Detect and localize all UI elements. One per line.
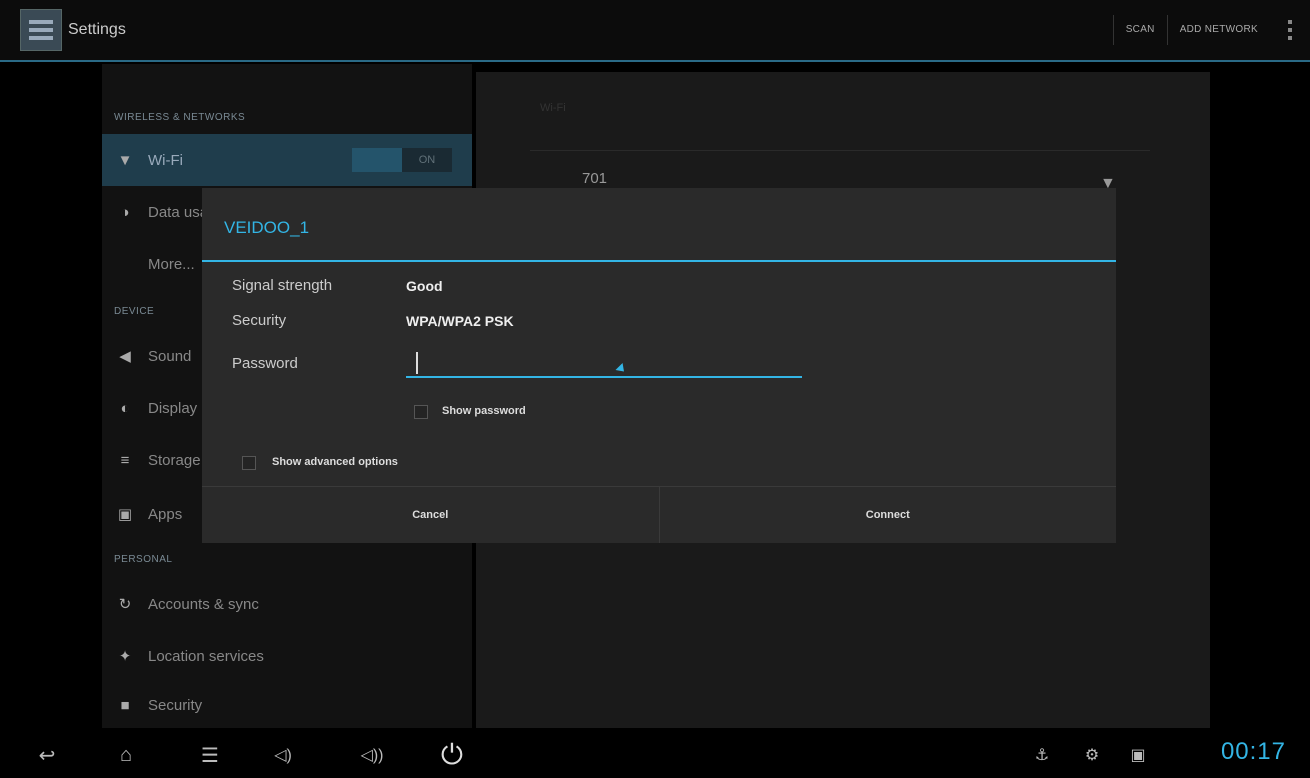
sync-icon: ↻ <box>118 596 132 613</box>
cancel-button[interactable]: Cancel <box>202 487 659 543</box>
wifi-toggle[interactable]: ON <box>352 148 452 172</box>
signal-strength-label: Signal strength <box>232 277 333 294</box>
back-icon[interactable]: ↩ <box>32 740 62 770</box>
sound-icon: ◀ <box>119 348 131 365</box>
lock-icon: ■ <box>120 696 130 714</box>
security-value: WPA/WPA2 PSK <box>406 313 514 329</box>
usb-icon: ⚓ <box>1034 747 1050 764</box>
sidebar-item-label: Location services <box>148 647 264 665</box>
sidebar-item-label: Sound <box>148 347 192 365</box>
sidebar-item-wifi[interactable]: ▼ Wi-Fi ON <box>102 134 472 186</box>
sidebar-item-label: Storage <box>148 451 201 469</box>
section-header-wireless: WIRELESS & NETWORKS <box>114 112 246 123</box>
volume-up-icon[interactable]: ◁)) <box>352 740 392 770</box>
sidebar-item-label: More... <box>148 255 195 273</box>
connect-button[interactable]: Connect <box>658 487 1117 543</box>
android-debug-icon: ⚙ <box>1084 747 1100 764</box>
password-label: Password <box>232 355 298 372</box>
settings-app-icon[interactable] <box>20 9 62 51</box>
sidebar-item-label: Wi-Fi <box>148 151 183 169</box>
show-advanced-label[interactable]: Show advanced options <box>272 456 398 468</box>
action-bar: Settings SCAN ADD NETWORK <box>0 0 1310 62</box>
sidebar-item-label: Display <box>148 399 198 417</box>
location-icon: ✦ <box>118 648 132 665</box>
wifi-header: Wi-Fi <box>540 102 566 114</box>
sidebar-item-security[interactable]: ■ Security <box>102 682 472 728</box>
signal-strength-value: Good <box>406 278 443 294</box>
show-advanced-checkbox[interactable] <box>242 456 256 470</box>
home-icon[interactable]: ⌂ <box>106 740 146 770</box>
sidebar-item-label: Accounts & sync <box>148 595 259 613</box>
wifi-icon: ▼ <box>117 151 133 169</box>
volume-down-icon[interactable]: ◁) <box>268 740 298 770</box>
power-icon[interactable]: ⏻ <box>434 739 470 770</box>
password-field[interactable] <box>406 346 802 380</box>
security-label: Security <box>232 312 287 329</box>
section-header-personal: PERSONAL <box>114 554 173 565</box>
dialog-title-divider <box>202 260 1116 262</box>
wifi-toggle-label: ON <box>418 154 436 166</box>
overflow-menu-icon[interactable] <box>1270 15 1310 45</box>
add-network-button[interactable]: ADD NETWORK <box>1166 15 1270 45</box>
dialog-button-bar: Cancel Connect <box>202 486 1116 543</box>
sidebar-item-label: Security <box>148 696 203 714</box>
sidebar-item-accounts[interactable]: ↻ Accounts & sync <box>102 578 472 630</box>
clock[interactable]: 00:17 <box>1221 738 1286 766</box>
section-header-device: DEVICE <box>114 306 155 317</box>
sidebar-item-location[interactable]: ✦ Location services <box>102 630 472 682</box>
show-password-label[interactable]: Show password <box>442 405 526 417</box>
data-usage-icon: ◑ <box>120 203 130 221</box>
scan-button[interactable]: SCAN <box>1112 15 1167 45</box>
app-title: Settings <box>68 21 126 38</box>
screenshot-notification-icon: ▣ <box>1130 747 1146 764</box>
sidebar-item-label: Apps <box>148 505 183 523</box>
apps-icon: ▣ <box>117 506 133 523</box>
dialog-title: VEIDOO_1 <box>224 218 310 237</box>
divider <box>530 150 1150 151</box>
system-bar: ↩ ⌂ ☰ ◁) ◁)) ⏻ ⚓ ⚙ ▣ 00:17 <box>0 732 1310 778</box>
recent-apps-icon[interactable]: ☰ <box>190 740 230 770</box>
display-icon: ◐ <box>120 399 130 417</box>
storage-icon: ≡ <box>120 451 130 469</box>
show-password-checkbox[interactable] <box>414 405 428 419</box>
wifi-connect-dialog: VEIDOO_1 Signal strength Good Security W… <box>202 188 1116 543</box>
network-item-name[interactable]: 701 <box>582 170 607 187</box>
password-input[interactable] <box>406 346 802 378</box>
text-caret <box>416 352 418 374</box>
